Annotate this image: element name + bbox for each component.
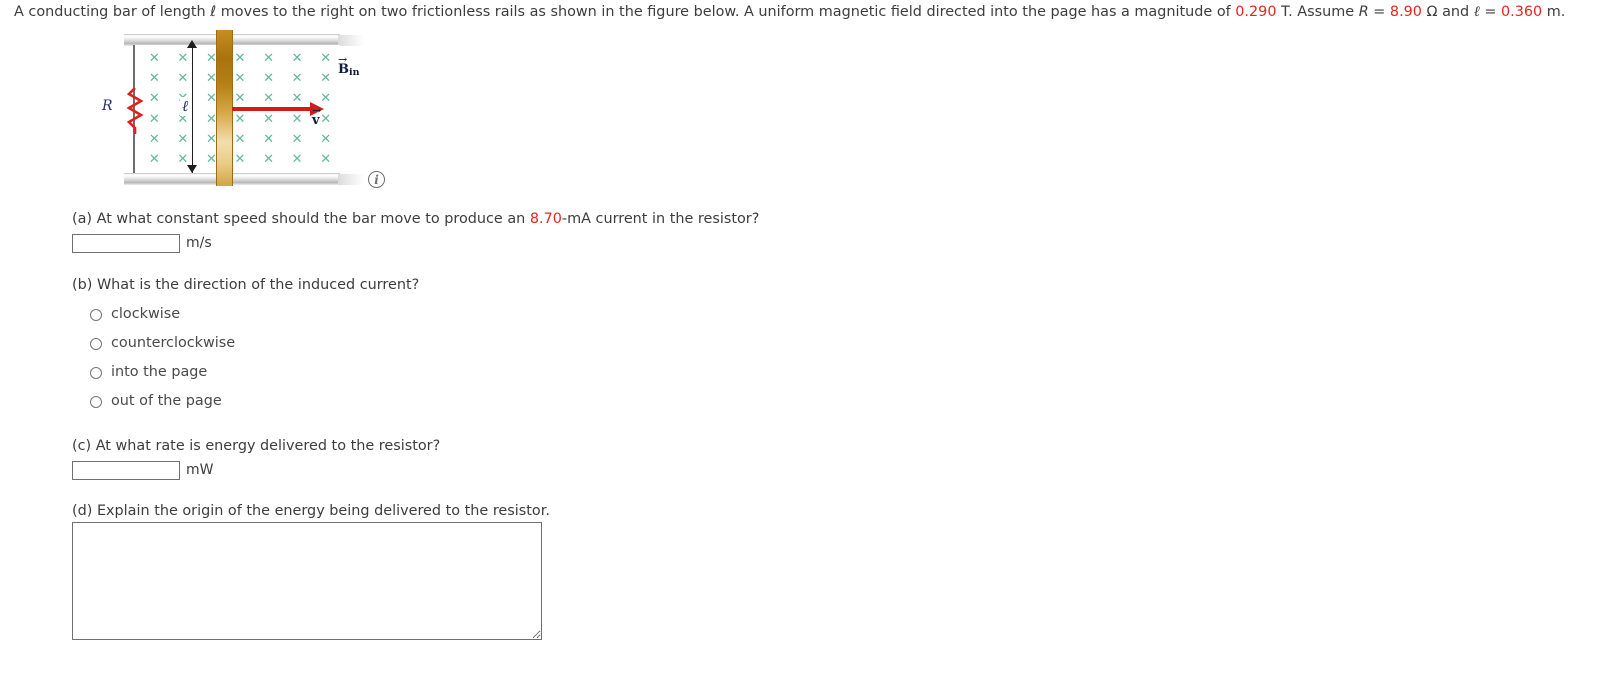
field-mark-icon: ✕ (148, 91, 160, 107)
info-icon[interactable]: i (368, 171, 385, 188)
length-arrow-down-icon (187, 165, 197, 173)
part-a-answer-row: m/s (72, 234, 759, 253)
length-equals: = (1479, 4, 1501, 20)
field-vector-arrow-icon: B (338, 53, 349, 77)
field-mark-icon: ✕ (291, 152, 303, 168)
field-mark-icon: ✕ (234, 91, 246, 107)
field-mark-icon: ✕ (234, 131, 246, 147)
physics-diagram: ✕ ✕ ✕ ✕ ✕ ✕ ✕ ✕ ✕ ✕ ✕ ✕ ✕ ✕ ✕ ✕ ✕ ✕ ✕ ✕ … (102, 30, 364, 186)
bottom-rail-fade (338, 174, 364, 185)
field-mark-icon: ✕ (291, 131, 303, 147)
field-mark-icon: ✕ (148, 131, 160, 147)
option-label-out-of-the-page: out of the page (111, 393, 222, 409)
field-mark-icon: ✕ (148, 50, 160, 66)
length-label: ℓ (180, 97, 191, 116)
part-b: (b) What is the direction of the induced… (72, 276, 419, 416)
field-mark-icon: ✕ (263, 131, 275, 147)
field-mark-icon: ✕ (320, 50, 332, 66)
problem-text-after-b: T. Assume (1276, 4, 1359, 20)
radio-out-of-the-page[interactable] (90, 395, 102, 408)
magnetic-field-label: Bin (338, 53, 360, 78)
field-mark-icon: ✕ (148, 111, 160, 127)
option-counterclockwise[interactable]: counterclockwise (72, 329, 419, 358)
resistance-symbol: R (1358, 4, 1369, 20)
length-arrow-up-icon (187, 40, 197, 48)
field-mark-icon: ✕ (263, 91, 275, 107)
field-mark-icon: ✕ (148, 152, 160, 168)
field-mark-icon: ✕ (291, 91, 303, 107)
part-a-question: (a) At what constant speed should the ba… (72, 210, 759, 229)
part-c: (c) At what rate is energy delivered to … (72, 437, 440, 480)
field-mark-icon: ✕ (177, 50, 189, 66)
field-mark-icon: ✕ (263, 70, 275, 86)
resistance-equals: = (1368, 4, 1390, 20)
velocity-label: v (312, 104, 321, 128)
resistance-unit: Ω and (1421, 4, 1474, 20)
option-out-of-the-page[interactable]: out of the page (72, 387, 419, 416)
velocity-arrow (232, 107, 314, 111)
part-c-answer-input[interactable] (72, 461, 180, 480)
problem-statement: A conducting bar of length ℓ moves to th… (14, 3, 1565, 21)
part-c-unit-label: mW (186, 462, 214, 478)
field-mark-icon: ✕ (263, 152, 275, 168)
magnetic-field-value: 0.290 (1235, 4, 1277, 20)
field-mark-icon: ✕ (177, 70, 189, 86)
option-label-clockwise: clockwise (111, 306, 181, 322)
part-a-current-value: 8.70 (529, 211, 562, 227)
radio-into-the-page[interactable] (90, 366, 102, 379)
field-mark-icon: ✕ (177, 131, 189, 147)
length-unit: m. (1542, 4, 1566, 20)
radio-counterclockwise[interactable] (90, 337, 102, 350)
part-b-question: (b) What is the direction of the induced… (72, 277, 420, 293)
field-mark-icon: ✕ (234, 50, 246, 66)
field-mark-icon: ✕ (234, 111, 246, 127)
option-label-into-the-page: into the page (111, 364, 208, 380)
field-mark-icon: ✕ (263, 111, 275, 127)
field-mark-icon: ✕ (320, 131, 332, 147)
part-a-answer-input[interactable] (72, 234, 180, 253)
field-mark-icon: ✕ (320, 70, 332, 86)
top-rail-fade (338, 35, 364, 46)
field-mark-icon: ✕ (291, 111, 303, 127)
problem-text-intro: A conducting bar of length ℓ moves to th… (14, 4, 1236, 20)
field-mark-icon: ✕ (148, 70, 160, 86)
part-a-question-suffix: -mA current in the resistor? (561, 211, 760, 227)
conducting-bar (216, 30, 233, 186)
field-mark-icon: ✕ (234, 152, 246, 168)
field-mark-icon: ✕ (291, 50, 303, 66)
part-a-unit-label: m/s (186, 235, 212, 251)
radio-clockwise[interactable] (90, 308, 102, 321)
field-mark-icon: ✕ (320, 152, 332, 168)
length-value: 0.360 (1500, 4, 1543, 20)
resistor-icon (126, 88, 144, 134)
part-a: (a) At what constant speed should the ba… (72, 210, 759, 253)
resistance-value: 8.90 (1389, 4, 1422, 20)
option-label-counterclockwise: counterclockwise (111, 335, 236, 351)
part-d-explanation-textarea[interactable] (72, 522, 542, 640)
velocity-vector-arrow-icon: v (312, 104, 321, 128)
length-dimension-line (192, 45, 194, 173)
part-a-question-prefix: (a) At what constant speed should the ba… (72, 211, 530, 227)
part-d-question: (d) Explain the origin of the energy bei… (72, 503, 550, 519)
field-mark-icon: ✕ (234, 70, 246, 86)
option-clockwise[interactable]: clockwise (72, 300, 419, 329)
option-into-the-page[interactable]: into the page (72, 358, 419, 387)
part-c-question: (c) At what rate is energy delivered to … (72, 438, 441, 454)
part-c-answer-row: mW (72, 461, 440, 480)
field-mark-icon: ✕ (263, 50, 275, 66)
field-mark-icon: ✕ (291, 70, 303, 86)
field-label-subscript: in (349, 67, 360, 78)
part-b-options: clockwise counterclockwise into the page… (72, 300, 419, 416)
resistor-label: R (102, 98, 113, 114)
